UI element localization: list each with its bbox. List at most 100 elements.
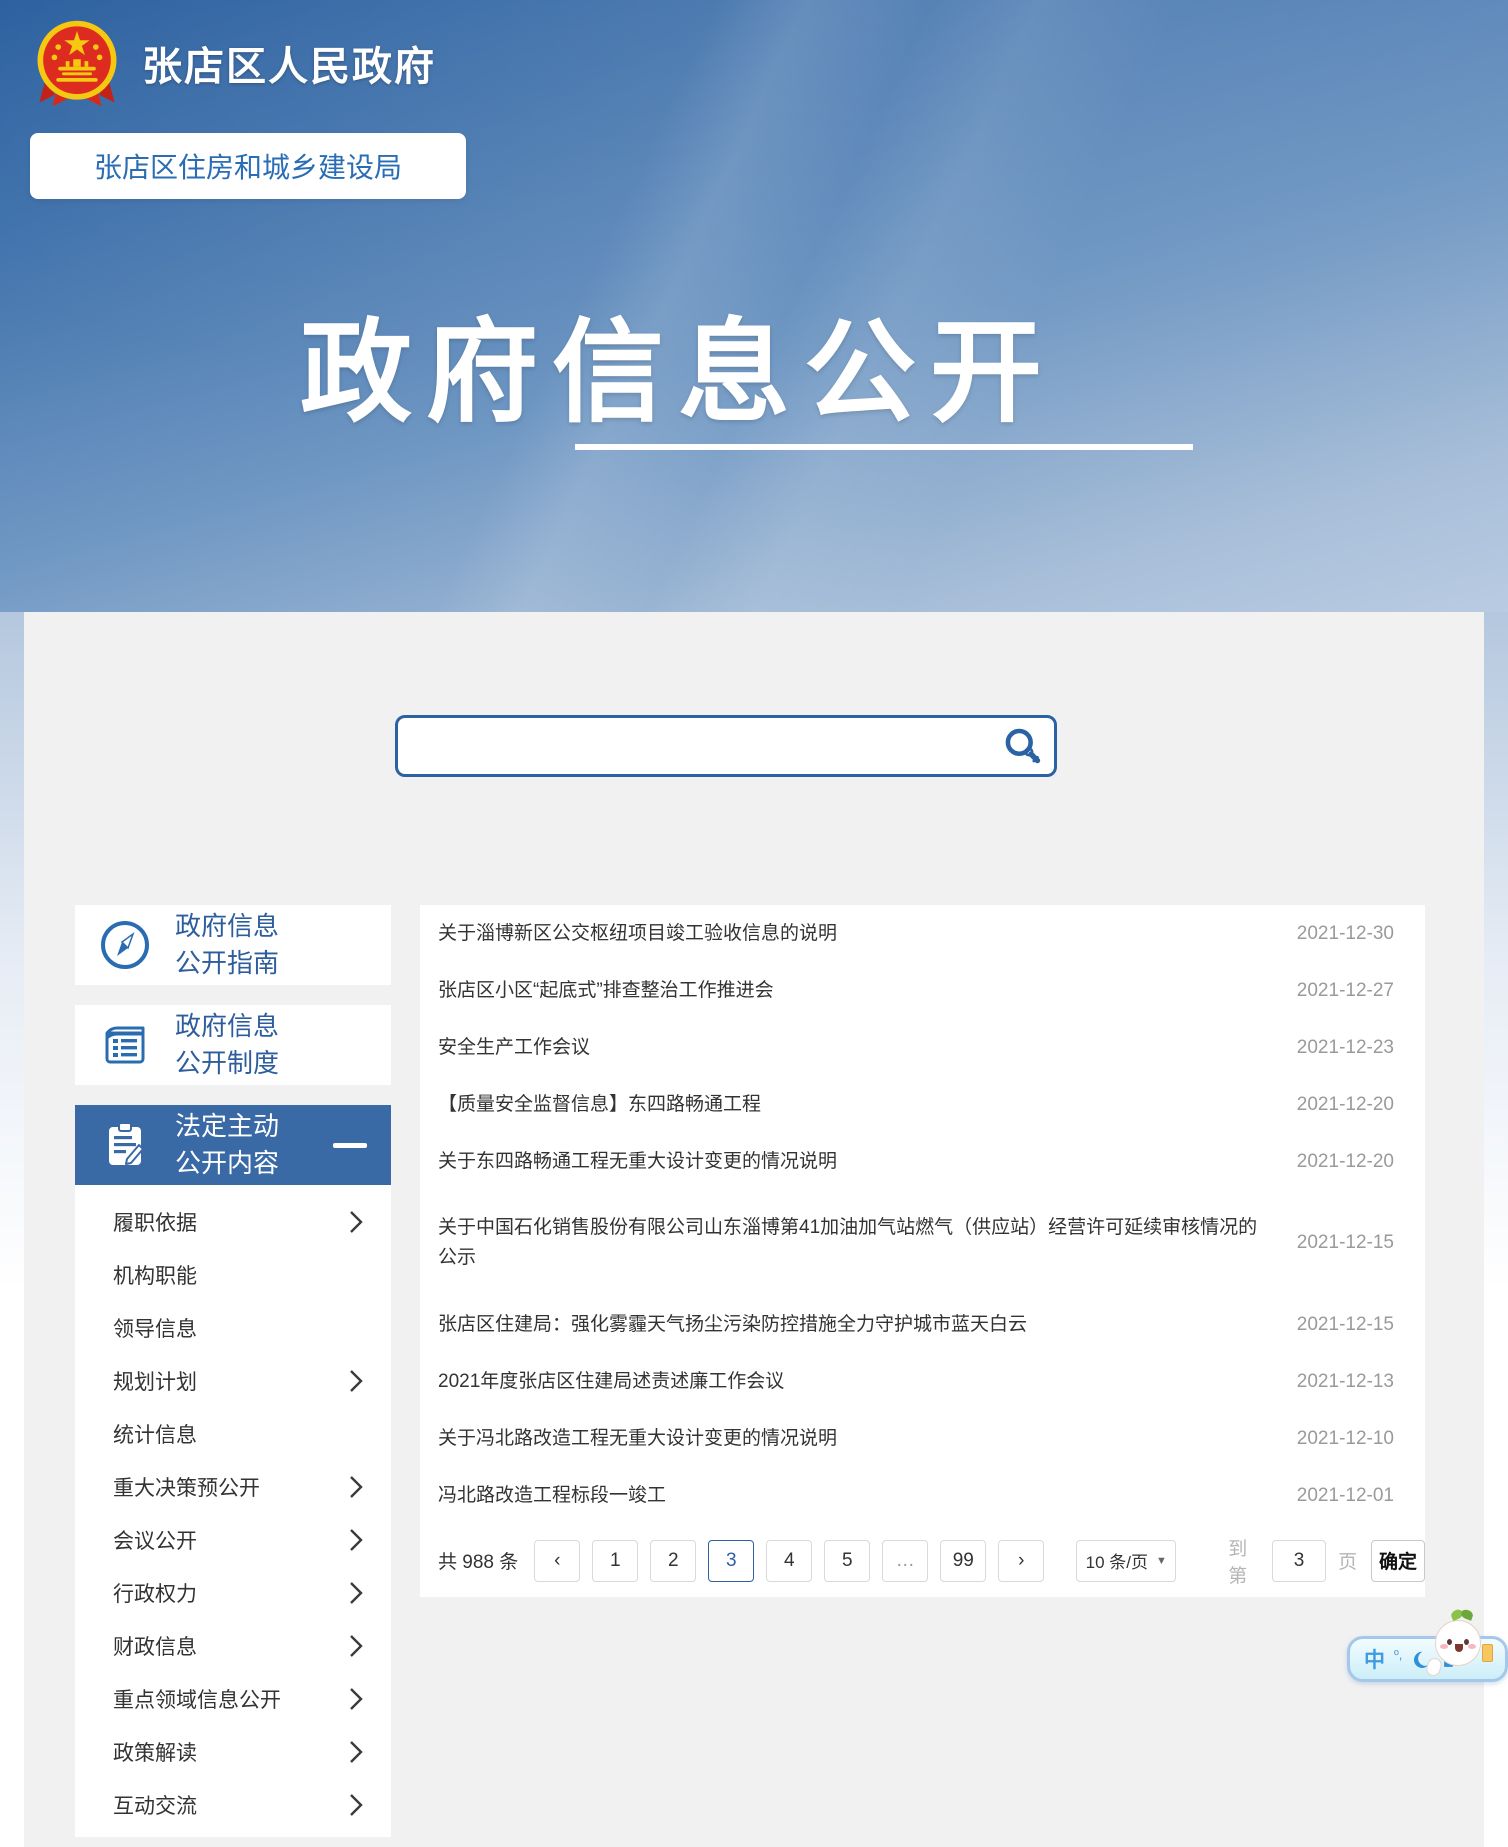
compass-icon — [99, 919, 151, 971]
chinese-mode-icon[interactable]: 中 — [1364, 1644, 1385, 1674]
ime-mascot-widget[interactable]: 中 º, — [1347, 1608, 1508, 1698]
department-name: 张店区住房和城乡建设局 — [94, 146, 402, 186]
goto-confirm-button[interactable]: 确定 — [1371, 1540, 1425, 1582]
article-date: 2021-12-15 — [1297, 1314, 1394, 1336]
article-row[interactable]: 关于冯北路改造工程无重大设计变更的情况说明 2021-12-10 — [420, 1410, 1425, 1467]
pagination-bar: 共 988 条 ‹ 12345…99 › 10 条/页 ▼ 到第 页 确定 — [420, 1524, 1425, 1597]
sidebar-menu-item-label: 重点领域信息公开 — [113, 1684, 281, 1714]
next-page-button[interactable]: › — [998, 1540, 1044, 1582]
article-title[interactable]: 关于淄博新区公交枢纽项目竣工验收信息的说明 — [438, 919, 861, 949]
prev-page-button[interactable]: ‹ — [534, 1540, 580, 1582]
article-row[interactable]: 安全生产工作会议 2021-12-23 — [420, 1019, 1425, 1076]
article-date: 2021-12-20 — [1297, 1094, 1394, 1116]
article-title[interactable]: 【质量安全监督信息】东四路畅通工程 — [438, 1090, 785, 1120]
content-card: 政府信息公开指南 政府信息 — [24, 612, 1484, 1847]
collapse-minus-icon[interactable] — [333, 1143, 367, 1148]
punctuation-icon[interactable]: º, — [1394, 1647, 1402, 1662]
page-number-buttons: 12345 … 99 — [592, 1540, 998, 1582]
chevron-right-icon — [350, 1634, 363, 1658]
sidebar-menu-item[interactable]: 领导信息 — [75, 1301, 391, 1354]
article-date: 2021-12-23 — [1297, 1037, 1394, 1059]
sidebar-menu-item-label: 财政信息 — [113, 1631, 197, 1661]
content-background: 政府信息公开指南 政府信息 — [0, 612, 1508, 1847]
article-title[interactable]: 2021年度张店区住建局述责述廉工作会议 — [438, 1367, 808, 1397]
chevron-right-icon — [350, 1528, 363, 1552]
article-title[interactable]: 张店区住建局：强化雾霾天气扬尘污染防控措施全力守护城市蓝天白云 — [438, 1310, 1051, 1340]
sidebar-menu-item[interactable]: 行政权力 — [75, 1566, 391, 1619]
sidebar-menu-item-label: 机构职能 — [113, 1260, 197, 1290]
article-row[interactable]: 【质量安全监督信息】东四路畅通工程 2021-12-20 — [420, 1076, 1425, 1133]
title-underline — [575, 444, 1193, 450]
sidebar-menu-item-label: 重大决策预公开 — [113, 1472, 260, 1502]
article-row[interactable]: 关于中国石化销售股份有限公司山东淄博第41加油加气站燃气（供应站）经营许可延续审… — [420, 1190, 1425, 1296]
sidebar-menu-item[interactable]: 机构职能 — [75, 1248, 391, 1301]
search-button[interactable] — [990, 718, 1054, 774]
department-banner[interactable]: 张店区住房和城乡建设局 — [30, 133, 466, 199]
page-button-1[interactable]: 1 — [592, 1540, 638, 1582]
sidebar-menu-item-label: 政策解读 — [113, 1737, 197, 1767]
sidebar-menu-item[interactable]: 财政信息 — [75, 1619, 391, 1672]
sidebar-item-guide[interactable]: 政府信息公开指南 — [75, 905, 391, 985]
sidebar-menu-item[interactable]: 会议公开 — [75, 1513, 391, 1566]
sidebar: 政府信息公开指南 政府信息 — [75, 905, 391, 1837]
page-size-label: 10 条/页 — [1086, 1548, 1148, 1573]
mascot-face — [1435, 1620, 1481, 1666]
page-button-99[interactable]: 99 — [940, 1540, 986, 1582]
article-list-panel: 关于淄博新区公交枢纽项目竣工验收信息的说明2021-12-30张店区小区“起底式… — [420, 905, 1425, 1597]
page-title: 政府信息公开 — [300, 282, 1056, 444]
article-row[interactable]: 冯北路改造工程标段一竣工 2021-12-01 — [420, 1467, 1425, 1524]
sidebar-menu-item-label: 统计信息 — [113, 1419, 197, 1449]
sidebar-menu-item[interactable]: 履职依据 — [75, 1195, 391, 1248]
clipboard-pen-icon — [99, 1119, 151, 1171]
page-button-5[interactable]: 5 — [824, 1540, 870, 1582]
caret-down-icon: ▼ — [1156, 1555, 1167, 1567]
article-date: 2021-12-20 — [1297, 1151, 1394, 1173]
chevron-right-icon — [350, 1793, 363, 1817]
article-title[interactable]: 关于东四路畅通工程无重大设计变更的情况说明 — [438, 1147, 861, 1177]
sidebar-menu-item[interactable]: 规划计划 — [75, 1354, 391, 1407]
article-title[interactable]: 关于冯北路改造工程无重大设计变更的情况说明 — [438, 1424, 861, 1454]
chevron-right-icon — [350, 1740, 363, 1764]
article-date: 2021-12-10 — [1297, 1428, 1394, 1450]
total-count-label: 共 988 条 — [438, 1547, 518, 1574]
sidebar-menu-item[interactable]: 重点领域信息公开 — [75, 1672, 391, 1725]
page-button-4[interactable]: 4 — [766, 1540, 812, 1582]
document-icon — [99, 1019, 151, 1071]
sidebar-menu-item-label: 会议公开 — [113, 1525, 197, 1555]
sidebar-item-label: 法定主动公开内容 — [175, 1108, 279, 1182]
page-ellipsis: … — [882, 1540, 928, 1582]
sidebar-menu-item[interactable]: 互动交流 — [75, 1778, 391, 1831]
goto-page-input[interactable] — [1272, 1540, 1326, 1582]
article-row[interactable]: 关于东四路畅通工程无重大设计变更的情况说明 2021-12-20 — [420, 1133, 1425, 1190]
sidebar-menu: 履职依据机构职能领导信息规划计划统计信息重大决策预公开会议公开行政权力财政信息重… — [75, 1185, 391, 1837]
brand-row: 张店区人民政府 — [30, 16, 436, 110]
sidebar-item-system[interactable]: 政府信息公开制度 — [75, 1005, 391, 1085]
search-icon — [1002, 726, 1042, 766]
sidebar-item-label: 政府信息公开制度 — [175, 1008, 279, 1082]
article-date: 2021-12-01 — [1297, 1485, 1394, 1507]
mascot-held-item — [1482, 1644, 1493, 1662]
sidebar-menu-item[interactable]: 重大决策预公开 — [75, 1460, 391, 1513]
article-title[interactable]: 关于中国石化销售股份有限公司山东淄博第41加油加气站燃气（供应站）经营许可延续审… — [438, 1213, 1297, 1273]
page-button-3[interactable]: 3 — [708, 1540, 754, 1582]
page-size-select[interactable]: 10 条/页 ▼ — [1076, 1540, 1176, 1582]
article-title[interactable]: 冯北路改造工程标段一竣工 — [438, 1481, 690, 1511]
sidebar-menu-item[interactable]: 统计信息 — [75, 1407, 391, 1460]
sidebar-menu-item-label: 行政权力 — [113, 1578, 197, 1608]
chevron-right-icon — [350, 1581, 363, 1605]
article-row[interactable]: 张店区小区“起底式”排查整治工作推进会2021-12-27 — [420, 962, 1425, 1019]
sidebar-menu-item-label: 规划计划 — [113, 1366, 197, 1396]
article-row[interactable]: 2021年度张店区住建局述责述廉工作会议 2021-12-13 — [420, 1353, 1425, 1410]
article-date: 2021-12-13 — [1297, 1371, 1394, 1393]
article-row[interactable]: 张店区住建局：强化雾霾天气扬尘污染防控措施全力守护城市蓝天白云 2021-12-1… — [420, 1296, 1425, 1353]
sidebar-menu-item[interactable]: 政策解读 — [75, 1725, 391, 1778]
article-title[interactable]: 张店区小区“起底式”排查整治工作推进会 — [438, 976, 798, 1006]
search-box — [395, 715, 1057, 777]
sidebar-item-legal-disclosure[interactable]: 法定主动公开内容 — [75, 1105, 391, 1185]
page-button-2[interactable]: 2 — [650, 1540, 696, 1582]
search-input[interactable] — [398, 718, 990, 774]
article-row[interactable]: 关于淄博新区公交枢纽项目竣工验收信息的说明2021-12-30 — [420, 905, 1425, 962]
article-title[interactable]: 安全生产工作会议 — [438, 1033, 614, 1063]
sidebar-menu-item-label: 履职依据 — [113, 1207, 197, 1237]
article-list: 关于淄博新区公交枢纽项目竣工验收信息的说明2021-12-30张店区小区“起底式… — [420, 905, 1425, 1524]
